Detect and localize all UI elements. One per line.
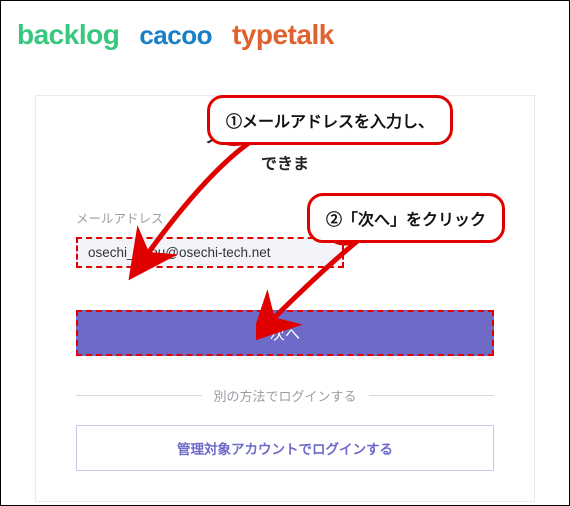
next-button-wrap: 次へ <box>76 310 494 356</box>
next-button[interactable]: 次へ <box>76 310 494 356</box>
callout-2: ②「次へ」をクリック <box>307 193 505 243</box>
heading-line-2: できま <box>261 156 309 173</box>
logo-typetalk: typetalk <box>232 19 334 51</box>
managed-account-login-button[interactable]: 管理対象アカウントでログインする <box>76 425 494 471</box>
logo-backlog: backlog <box>17 19 119 51</box>
logo-cacoo: cacoo <box>139 20 212 51</box>
alt-login-divider: 別の方法でログインする <box>76 386 494 405</box>
email-field[interactable] <box>76 237 344 268</box>
login-panel: ヌーラボアカウントを できま メールアドレス 次へ 別の方法でログインする 管理… <box>35 95 535 502</box>
product-logos: backlog cacoo typetalk <box>1 1 569 59</box>
callout-1: ①メールアドレスを入力し、 <box>207 95 453 145</box>
divider-text: 別の方法でログインする <box>214 386 357 405</box>
